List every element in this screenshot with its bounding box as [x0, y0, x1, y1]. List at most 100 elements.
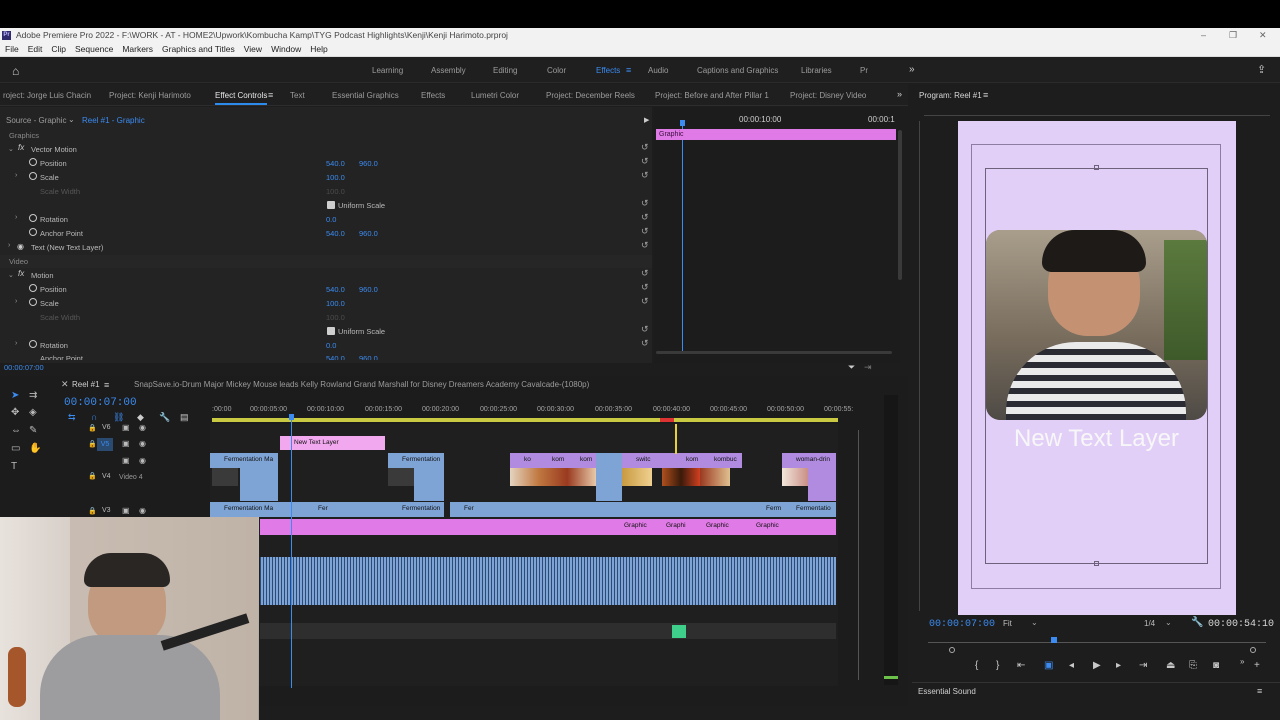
fx-icon[interactable]: fx: [18, 269, 24, 278]
ripple-edit-tool-icon[interactable]: ✥: [11, 407, 19, 418]
anchor-x-value[interactable]: 540.0: [326, 354, 345, 360]
clip-fermentation[interactable]: Fermentation: [388, 502, 444, 517]
step-back-icon[interactable]: ◂: [1069, 660, 1074, 671]
audio-clip-green[interactable]: [672, 625, 686, 638]
stopwatch-icon[interactable]: [29, 158, 37, 166]
essential-sound-tab[interactable]: Essential Sound: [918, 687, 976, 696]
linked-selection-icon[interactable]: ⛓: [113, 412, 124, 423]
menu-sequence[interactable]: Sequence: [75, 44, 113, 54]
snap-icon[interactable]: ∩: [91, 412, 97, 422]
vertical-zoom-scrollbar[interactable]: [858, 430, 864, 680]
position-y-value[interactable]: 960.0: [359, 159, 378, 168]
zoom-scroll-start[interactable]: [949, 647, 955, 653]
effect-controls-timecode[interactable]: 00:00:07:00: [4, 363, 44, 372]
mark-out-icon[interactable]: }: [996, 660, 999, 671]
uniform-scale-checkbox[interactable]: [327, 327, 335, 335]
position-x-value[interactable]: 540.0: [326, 285, 345, 294]
lock-icon[interactable]: 🔒: [88, 507, 97, 515]
chevron-down-icon[interactable]: ⌄: [1031, 618, 1038, 627]
stopwatch-icon[interactable]: [29, 228, 37, 236]
timeline-tab-snapsave[interactable]: SnapSave.io-Drum Major Mickey Mouse lead…: [134, 380, 589, 389]
sync-lock-icon[interactable]: ▣: [122, 506, 130, 515]
expand-icon[interactable]: ›: [8, 242, 10, 249]
expand-icon[interactable]: ›: [15, 214, 17, 221]
clip-fermentation[interactable]: Fermentation Ma: [210, 453, 278, 468]
tab-project-disney[interactable]: Project: Disney Video: [790, 91, 866, 100]
tab-project-jorge[interactable]: roject: Jorge Luis Chacin: [3, 91, 91, 100]
reset-icon[interactable]: ↺: [641, 142, 649, 153]
reset-icon[interactable]: ↺: [641, 170, 649, 181]
audio-waveform[interactable]: [260, 557, 836, 605]
clip-kombucha[interactable]: kom: [662, 453, 700, 468]
clip-graphic[interactable]: Graphic: [692, 519, 742, 535]
chevron-down-icon[interactable]: ⌄: [1165, 618, 1172, 627]
wrench-icon[interactable]: 🔧: [159, 412, 170, 423]
reset-icon[interactable]: ↺: [641, 282, 649, 293]
panel-menu-icon[interactable]: ≡: [1257, 686, 1262, 696]
menu-window[interactable]: Window: [271, 44, 301, 54]
more-controls-icon[interactable]: »: [1240, 657, 1244, 666]
panel-menu-icon[interactable]: ≡: [268, 90, 273, 100]
reset-icon[interactable]: ↺: [641, 338, 649, 349]
minimize-icon[interactable]: –: [1201, 30, 1206, 40]
tab-text[interactable]: Text: [290, 91, 305, 100]
lock-icon[interactable]: 🔒: [88, 472, 97, 480]
menu-view[interactable]: View: [244, 44, 262, 54]
close-icon[interactable]: ✕: [61, 379, 69, 390]
expand-icon[interactable]: ›: [15, 172, 17, 179]
clip-switc[interactable]: switc: [622, 453, 662, 468]
type-tool-icon[interactable]: T: [11, 461, 17, 472]
clip-ko[interactable]: ko: [510, 453, 538, 468]
razor-tool-icon[interactable]: ◈: [29, 407, 37, 418]
tab-essential-graphics[interactable]: Essential Graphics: [332, 91, 399, 100]
program-timecode[interactable]: 00:00:07:00: [929, 619, 995, 630]
reset-icon[interactable]: ↺: [641, 268, 649, 279]
workspace-editing[interactable]: Editing: [493, 66, 517, 75]
clip-fer[interactable]: Fer: [304, 502, 334, 517]
pen-tool-icon[interactable]: ✎: [29, 425, 37, 436]
panel-menu-icon[interactable]: ≡: [983, 90, 988, 100]
play-icon[interactable]: ▶: [1093, 660, 1101, 671]
program-playhead-icon[interactable]: [1051, 637, 1057, 643]
clip-body[interactable]: [240, 468, 278, 501]
anchor-x-value[interactable]: 540.0: [326, 229, 345, 238]
resolution-dropdown[interactable]: 1/4: [1144, 619, 1155, 628]
clip-new-text-layer[interactable]: New Text Layer: [280, 436, 385, 450]
scale-value[interactable]: 100.0: [326, 173, 345, 182]
lift-icon[interactable]: ⏏: [1166, 660, 1175, 671]
expand-icon[interactable]: ⌄: [8, 271, 14, 279]
export-icon[interactable]: ⇥: [864, 362, 872, 373]
mark-in-icon[interactable]: {: [975, 660, 978, 671]
reset-icon[interactable]: ↺: [641, 212, 649, 223]
hand-tool-icon[interactable]: ✋: [29, 443, 41, 454]
uniform-scale-checkbox[interactable]: [327, 201, 335, 209]
more-tabs-icon[interactable]: »: [897, 89, 902, 99]
go-to-in-icon[interactable]: ⇤: [1017, 660, 1025, 671]
overlay-text-new-text-layer[interactable]: New Text Layer: [986, 425, 1207, 453]
clip-graphic[interactable]: Graphic: [610, 519, 652, 535]
add-marker-icon[interactable]: ◆: [137, 412, 144, 423]
menu-edit[interactable]: Edit: [28, 44, 43, 54]
reel-selector[interactable]: Reel #1 - Graphic: [82, 116, 145, 125]
panel-menu-icon[interactable]: ≡: [104, 380, 109, 390]
close-icon[interactable]: ✕: [1259, 30, 1267, 41]
scale-value[interactable]: 100.0: [326, 299, 345, 308]
eye-icon[interactable]: ◉: [139, 456, 146, 465]
bounding-handle[interactable]: [1094, 561, 1099, 566]
chevron-down-icon[interactable]: ⌄: [68, 115, 75, 124]
reset-icon[interactable]: ↺: [641, 296, 649, 307]
clip-fermentatio[interactable]: Fermentatio: [782, 502, 836, 517]
maximize-icon[interactable]: ❐: [1229, 30, 1237, 41]
clip-body[interactable]: [414, 468, 444, 501]
home-icon[interactable]: ⌂: [12, 64, 19, 78]
workspace-pr[interactable]: Pr: [860, 66, 868, 75]
clip-graphic[interactable]: Graphic: [742, 519, 836, 535]
go-to-out-icon[interactable]: ⇥: [1139, 660, 1147, 671]
menu-markers[interactable]: Markers: [122, 44, 153, 54]
position-y-value[interactable]: 960.0: [359, 285, 378, 294]
expand-icon[interactable]: ›: [15, 298, 17, 305]
menu-clip[interactable]: Clip: [51, 44, 66, 54]
tab-project-kenji[interactable]: Project: Kenji Harimoto: [109, 91, 191, 100]
workspace-libraries[interactable]: Libraries: [801, 66, 832, 75]
workspace-captions[interactable]: Captions and Graphics: [697, 66, 778, 75]
